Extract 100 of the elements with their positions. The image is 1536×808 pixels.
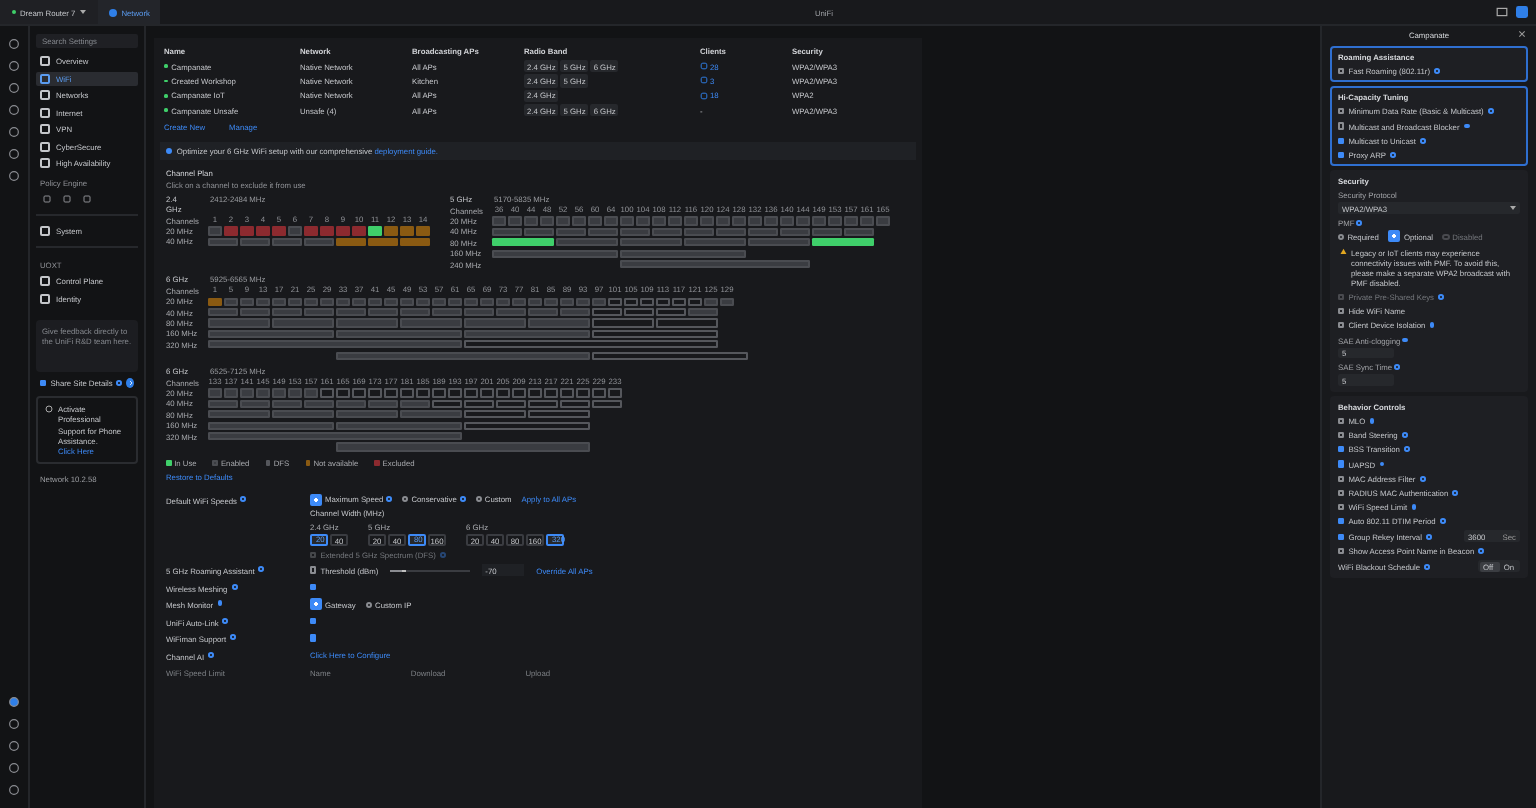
channel-cell[interactable]: [416, 388, 430, 398]
radio-button[interactable]: [1388, 230, 1401, 243]
close-icon: [1518, 30, 1526, 38]
checkbox[interactable]: [1338, 533, 1345, 540]
info-icon: [1394, 364, 1400, 371]
checkbox[interactable]: [1338, 122, 1345, 130]
channel-cell[interactable]: [560, 388, 574, 398]
channel-cell[interactable]: [464, 388, 478, 398]
channel-cell[interactable]: [640, 297, 654, 306]
channel-cell[interactable]: [496, 399, 526, 408]
info-icon: [1402, 337, 1408, 343]
channel-cell[interactable]: [336, 351, 590, 360]
channel-cell[interactable]: [608, 388, 622, 398]
channel-cell[interactable]: [464, 399, 494, 408]
info-icon: [1433, 68, 1440, 75]
radio-button[interactable]: [310, 493, 322, 506]
info-icon: [439, 552, 446, 558]
info-icon: [1429, 322, 1435, 329]
checkbox[interactable]: [1338, 446, 1345, 453]
channel-cell[interactable]: [480, 388, 494, 398]
radio-button[interactable]: [365, 601, 373, 608]
channel-cell[interactable]: [528, 410, 590, 419]
checkbox[interactable]: [310, 617, 317, 625]
channel-cell[interactable]: [544, 388, 558, 398]
info-icon: [208, 651, 214, 658]
channel-cell[interactable]: [688, 308, 718, 317]
checkbox[interactable]: [1338, 432, 1345, 439]
channel-cell[interactable]: [620, 259, 810, 269]
info-icon: [1419, 137, 1426, 144]
checkbox[interactable]: [1338, 322, 1345, 329]
checkbox[interactable]: [1338, 548, 1345, 555]
info-icon: [240, 495, 247, 502]
info-icon: [1369, 418, 1375, 424]
warning-icon: [1340, 247, 1347, 254]
panel-icon[interactable]: [1496, 6, 1508, 18]
checkbox[interactable]: [1338, 308, 1345, 315]
channel-cell[interactable]: [208, 431, 462, 441]
info-icon: [1356, 220, 1363, 227]
checkbox[interactable]: [1338, 475, 1345, 482]
share-checkbox[interactable]: [40, 379, 47, 387]
info-icon: [217, 600, 223, 607]
checkbox[interactable]: [1338, 108, 1345, 115]
channel-cell[interactable]: [592, 399, 622, 408]
info-icon: [1438, 294, 1444, 300]
radio-button[interactable]: [310, 598, 322, 611]
channel-cell[interactable]: [352, 388, 366, 398]
checkbox[interactable]: [1338, 503, 1345, 511]
checkbox[interactable]: [310, 583, 317, 591]
channel-cell[interactable]: [624, 297, 638, 306]
info-icon: [1425, 533, 1432, 540]
radio-button[interactable]: [402, 496, 409, 503]
channel-cell[interactable]: [528, 399, 558, 408]
channel-cell[interactable]: [624, 308, 654, 317]
channel-cell[interactable]: [576, 388, 590, 398]
info-icon: [1424, 563, 1430, 570]
channel-cell[interactable]: [656, 297, 670, 306]
channel-cell[interactable]: [368, 388, 382, 398]
radio-button[interactable]: [1338, 233, 1345, 240]
checkbox[interactable]: [1338, 68, 1345, 75]
info-icon: [222, 617, 229, 624]
send-button[interactable]: [126, 378, 134, 388]
checkbox[interactable]: [310, 634, 317, 642]
network-icon: [107, 7, 118, 17]
info-icon: [116, 380, 123, 386]
channel-cell[interactable]: [528, 388, 542, 398]
checkbox[interactable]: [1338, 417, 1345, 425]
avatar-icon[interactable]: [1516, 6, 1528, 18]
channel-cell[interactable]: [496, 388, 510, 398]
channel-cell[interactable]: [336, 388, 350, 398]
info-icon: [1390, 152, 1396, 158]
channel-cell[interactable]: [448, 388, 462, 398]
info-icon: [1439, 518, 1446, 525]
info-icon: [230, 634, 236, 641]
info-icon: [1452, 489, 1458, 496]
channel-cell[interactable]: [432, 388, 446, 398]
checkbox[interactable]: [1338, 151, 1345, 159]
info-icon: [231, 583, 237, 590]
close-button[interactable]: [1518, 30, 1526, 38]
channel-cell[interactable]: [592, 388, 606, 398]
channel-cell[interactable]: [512, 388, 526, 398]
info-icon: [258, 566, 265, 573]
info-icon: [1478, 548, 1484, 555]
channel-cell[interactable]: [672, 297, 686, 306]
checkbox[interactable]: [1338, 489, 1345, 496]
channel-cell[interactable]: [656, 318, 718, 328]
channel-cell[interactable]: [560, 399, 590, 408]
caret-icon: [1510, 206, 1516, 211]
checkbox[interactable]: [1338, 137, 1345, 144]
info-icon: [1411, 504, 1417, 510]
channel-cell[interactable]: [384, 388, 398, 398]
info-icon: [1463, 123, 1470, 129]
channel-cell[interactable]: [208, 340, 462, 349]
info-icon: [1379, 461, 1385, 467]
channel-cell[interactable]: [336, 442, 590, 452]
channel-cell[interactable]: [400, 388, 414, 398]
checkbox[interactable]: [1338, 460, 1345, 468]
radio-button[interactable]: [475, 496, 482, 503]
info-icon: [1487, 108, 1494, 115]
checkbox[interactable]: [310, 566, 317, 574]
checkbox[interactable]: [1338, 518, 1345, 525]
